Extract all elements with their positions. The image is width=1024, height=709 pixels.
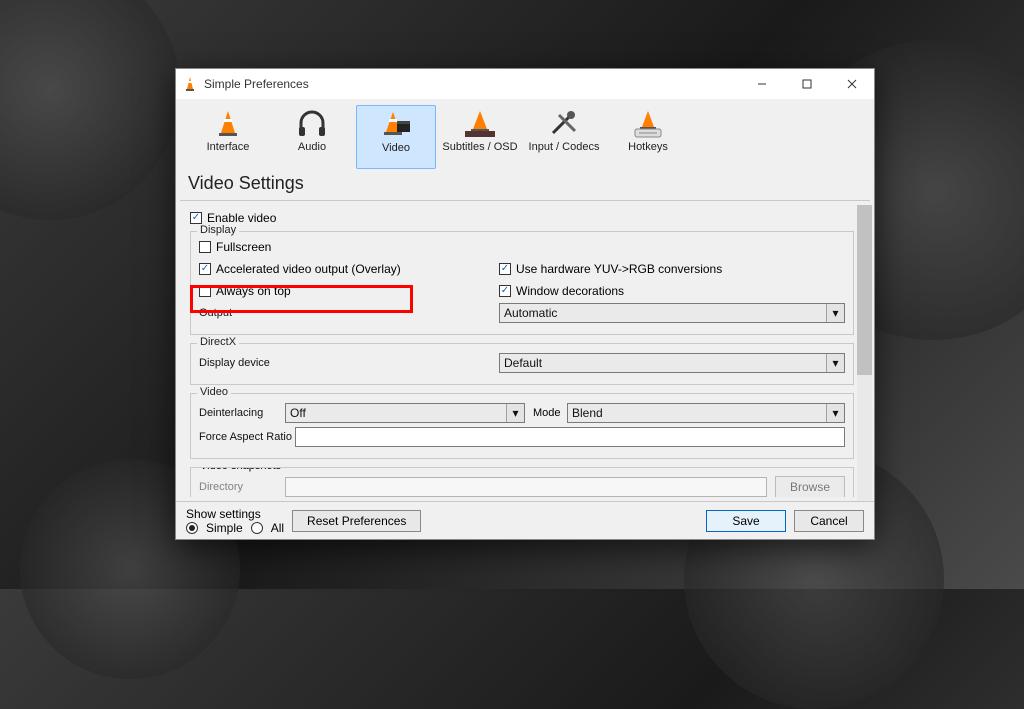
- footer: Show settings Simple All Reset Preferenc…: [176, 501, 874, 539]
- maximize-button[interactable]: [784, 69, 829, 99]
- chevron-down-icon: ▾: [826, 354, 844, 372]
- window-decorations-checkbox[interactable]: ✓Window decorations: [499, 282, 845, 300]
- checkbox-label: Use hardware YUV->RGB conversions: [516, 262, 722, 276]
- tab-label: Hotkeys: [628, 141, 668, 153]
- tab-interface[interactable]: Interface: [188, 105, 268, 169]
- combo-value: Default: [504, 356, 542, 370]
- directory-input[interactable]: [285, 477, 767, 497]
- all-radio[interactable]: [251, 522, 263, 534]
- tab-label: Interface: [207, 141, 250, 153]
- tab-label: Input / Codecs: [529, 141, 600, 153]
- tab-input-codecs[interactable]: Input / Codecs: [524, 105, 604, 169]
- cone-board-icon: [463, 109, 497, 139]
- force-aspect-label: Force Aspect Ratio: [199, 431, 295, 443]
- show-settings-group: Show settings Simple All: [186, 507, 284, 535]
- tab-subtitles[interactable]: Subtitles / OSD: [440, 105, 520, 169]
- combo-value: Off: [290, 406, 306, 420]
- checkbox-label: Accelerated video output (Overlay): [216, 262, 401, 276]
- window-title: Simple Preferences: [204, 77, 309, 91]
- cone-clapper-icon: [379, 110, 413, 140]
- tab-hotkeys[interactable]: Hotkeys: [608, 105, 688, 169]
- group-legend: Video snapshots: [197, 467, 284, 472]
- save-button[interactable]: Save: [706, 510, 786, 532]
- mode-combo[interactable]: Blend ▾: [567, 403, 845, 423]
- checkbox-label: Always on top: [216, 284, 291, 298]
- chevron-down-icon: ▾: [826, 404, 844, 422]
- scrollbar-thumb[interactable]: [857, 205, 872, 375]
- vlc-cone-icon: [182, 76, 198, 92]
- directory-label: Directory: [199, 481, 285, 493]
- mode-label: Mode: [533, 407, 567, 419]
- deinterlacing-label: Deinterlacing: [199, 407, 285, 419]
- chevron-down-icon: ▾: [506, 404, 524, 422]
- checkbox-label: Fullscreen: [216, 240, 271, 254]
- display-device-label: Display device: [199, 357, 285, 369]
- headphones-icon: [295, 109, 329, 139]
- vertical-scrollbar[interactable]: ▴ ▾: [857, 205, 872, 501]
- radio-label: Simple: [206, 521, 243, 535]
- cone-keyboard-icon: [631, 109, 665, 139]
- checkbox-label: Enable video: [207, 211, 276, 225]
- snapshots-group: Video snapshots Directory Browse: [190, 467, 854, 497]
- force-aspect-input[interactable]: [295, 427, 845, 447]
- browse-button[interactable]: Browse: [775, 476, 845, 497]
- group-legend: DirectX: [197, 336, 239, 348]
- minimize-button[interactable]: [739, 69, 784, 99]
- enable-video-checkbox[interactable]: ✓Enable video: [190, 209, 854, 227]
- combo-value: Automatic: [504, 306, 557, 320]
- combo-value: Blend: [572, 406, 603, 420]
- cone-icon: [211, 109, 245, 139]
- cancel-button[interactable]: Cancel: [794, 510, 864, 532]
- display-group: Display Fullscreen ✓Accelerated video ou…: [190, 231, 854, 335]
- settings-scroll-area: ✓Enable video Display Fullscreen ✓Accele…: [176, 201, 874, 501]
- always-on-top-checkbox[interactable]: Always on top: [199, 282, 499, 300]
- directx-group: DirectX Display device Default ▾: [190, 343, 854, 385]
- hw-yuv-checkbox[interactable]: ✓Use hardware YUV->RGB conversions: [499, 260, 845, 278]
- radio-label: All: [271, 521, 284, 535]
- output-combo[interactable]: Automatic ▾: [499, 303, 845, 323]
- reset-preferences-button[interactable]: Reset Preferences: [292, 510, 421, 532]
- fullscreen-checkbox[interactable]: Fullscreen: [199, 238, 499, 256]
- display-device-combo[interactable]: Default ▾: [499, 353, 845, 373]
- group-legend: Video: [197, 386, 231, 398]
- tab-audio[interactable]: Audio: [272, 105, 352, 169]
- preferences-window: Simple Preferences Interface Audio Video…: [175, 68, 875, 540]
- checkbox-label: Window decorations: [516, 284, 624, 298]
- deinterlacing-combo[interactable]: Off ▾: [285, 403, 525, 423]
- chevron-down-icon: ▾: [826, 304, 844, 322]
- category-tabstrip: Interface Audio Video Subtitles / OSD In…: [176, 99, 874, 169]
- show-settings-label: Show settings: [186, 507, 284, 521]
- tab-label: Audio: [298, 141, 326, 153]
- video-group: Video Deinterlacing Off ▾ Mode Blend ▾ F…: [190, 393, 854, 459]
- group-legend: Display: [197, 224, 239, 236]
- tab-label: Video: [382, 142, 410, 154]
- tab-video[interactable]: Video: [356, 105, 436, 169]
- titlebar[interactable]: Simple Preferences: [176, 69, 874, 99]
- tab-label: Subtitles / OSD: [442, 141, 517, 153]
- output-label: Output: [199, 307, 285, 319]
- page-heading: Video Settings: [176, 169, 874, 200]
- accelerated-video-checkbox[interactable]: ✓Accelerated video output (Overlay): [199, 260, 499, 278]
- close-button[interactable]: [829, 69, 874, 99]
- tools-icon: [547, 109, 581, 139]
- simple-radio[interactable]: [186, 522, 198, 534]
